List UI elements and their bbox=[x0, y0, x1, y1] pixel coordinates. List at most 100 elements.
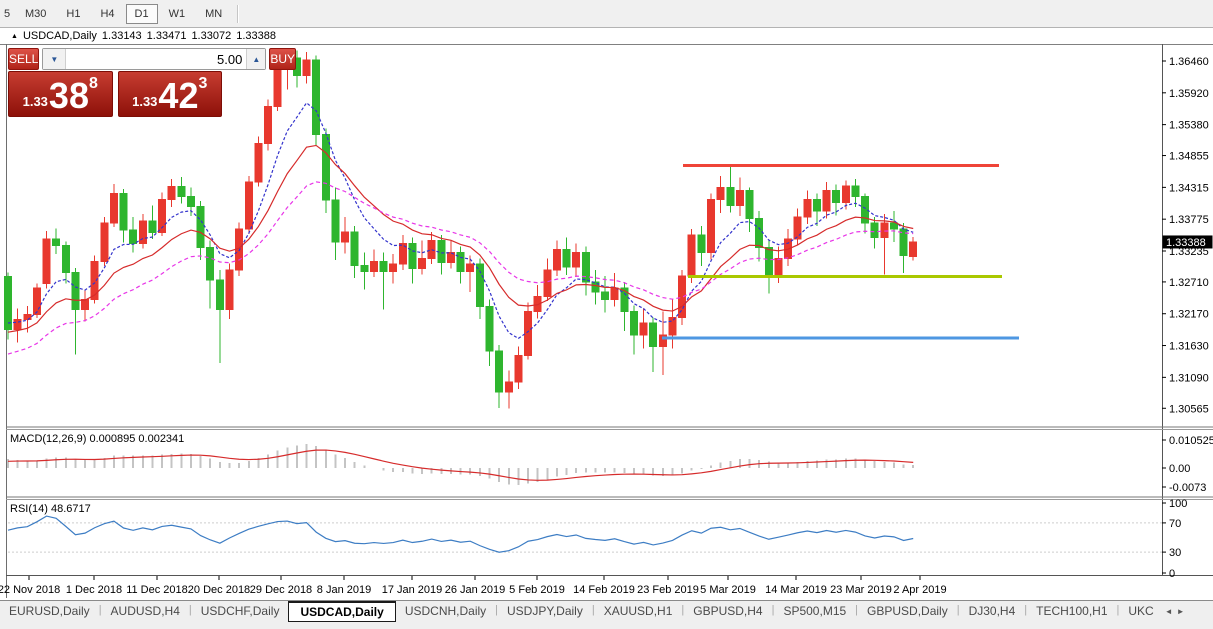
timeframe-button-5[interactable]: 5 bbox=[1, 4, 14, 24]
candle-body bbox=[52, 238, 61, 246]
candle-body bbox=[312, 59, 321, 136]
candle-body bbox=[273, 66, 282, 107]
sell-price-bigfigure: 1.33 bbox=[22, 94, 48, 109]
tab-sp500-m15[interactable]: SP500,M15 bbox=[774, 601, 855, 621]
buy-price-fraction: 3 bbox=[198, 75, 208, 92]
rsi-axis-label: 100 bbox=[1169, 498, 1187, 510]
candle-body bbox=[264, 105, 273, 144]
candle-body bbox=[138, 220, 147, 245]
chart-title-bar: ▲ USDCAD,Daily 1.33143 1.33471 1.33072 1… bbox=[7, 28, 1213, 44]
price-axis-label: 1.31630 bbox=[1169, 341, 1209, 353]
timeframe-button-h4[interactable]: H4 bbox=[91, 4, 123, 24]
tab-ukc[interactable]: UKC bbox=[1119, 601, 1162, 621]
candle-body bbox=[225, 269, 234, 311]
collapse-chart-icon[interactable]: ▲ bbox=[11, 33, 18, 40]
candle-body bbox=[812, 198, 821, 212]
tab-gbpusd-daily[interactable]: GBPUSD,Daily bbox=[858, 601, 957, 621]
candle-body bbox=[4, 276, 12, 331]
candle-body bbox=[186, 195, 195, 208]
macd-axis: 0.010525 0.00 -0.0073 bbox=[1162, 435, 1213, 494]
candle-body bbox=[822, 190, 831, 212]
current-price-label: 1.33388 bbox=[1166, 237, 1206, 249]
buy-price-tile[interactable]: 1.33 42 3 bbox=[117, 71, 222, 117]
candle-body bbox=[552, 249, 561, 271]
candle-body bbox=[841, 185, 850, 203]
tab-scroll-right-icon[interactable]: ► bbox=[1175, 601, 1187, 622]
volume-increase-icon[interactable]: ▲ bbox=[246, 49, 266, 69]
tab-tech100-h1[interactable]: TECH100,H1 bbox=[1027, 601, 1116, 621]
tab-eurusd-daily[interactable]: EURUSD,Daily bbox=[0, 601, 99, 621]
tab-gbpusd-h4[interactable]: GBPUSD,H4 bbox=[684, 601, 771, 621]
date-axis-label: 5 Feb 2019 bbox=[509, 584, 565, 596]
candle-body bbox=[90, 260, 99, 301]
timeframe-button-mn[interactable]: MN bbox=[196, 4, 231, 24]
candle-body bbox=[148, 220, 157, 233]
tab-dj30-h4[interactable]: DJ30,H4 bbox=[960, 601, 1025, 621]
ohlc-low: 1.33072 bbox=[191, 30, 232, 42]
date-axis-label: 17 Jan 2019 bbox=[382, 584, 443, 596]
candle-body bbox=[735, 190, 744, 206]
candle-body bbox=[215, 279, 224, 311]
timeframe-toolbar: 5 M30 H1 H4 D1 W1 MN bbox=[0, 0, 1213, 28]
candle-body bbox=[639, 322, 648, 336]
one-click-trade-panel: SELL ▼ ▲ BUY 1.33 38 8 1.33 42 3 bbox=[8, 48, 297, 117]
candle-body bbox=[177, 185, 186, 197]
candle-body bbox=[880, 222, 889, 239]
tab-usdcad-daily[interactable]: USDCAD,Daily bbox=[288, 601, 396, 622]
date-axis-label: 23 Mar 2019 bbox=[830, 584, 892, 596]
rsi-axis-label: 30 bbox=[1169, 547, 1181, 559]
date-axis-label: 22 Nov 2018 bbox=[0, 584, 60, 596]
candle-body bbox=[687, 234, 696, 277]
candle-body bbox=[456, 251, 465, 272]
candle-body bbox=[851, 185, 860, 197]
timeframe-button-w1[interactable]: W1 bbox=[160, 4, 195, 24]
date-axis: 22 Nov 2018 1 Dec 2018 11 Dec 2018 20 Dec 2… bbox=[0, 576, 947, 596]
candle-body bbox=[706, 198, 715, 253]
candle-body bbox=[350, 231, 359, 266]
tab-usdchf-daily[interactable]: USDCHF,Daily bbox=[192, 601, 289, 621]
tab-audusd-h4[interactable]: AUDUSD,H4 bbox=[102, 601, 189, 621]
candle-body bbox=[793, 216, 802, 240]
volume-decrease-icon[interactable]: ▼ bbox=[43, 49, 67, 69]
ohlc-open: 1.33143 bbox=[101, 30, 142, 42]
candle-body bbox=[100, 222, 109, 262]
timeframe-button-h1[interactable]: H1 bbox=[57, 4, 89, 24]
candle-body bbox=[543, 269, 552, 298]
price-axis-label: 1.33775 bbox=[1169, 214, 1209, 226]
candle-body bbox=[485, 306, 494, 352]
candle-body bbox=[61, 244, 70, 273]
candle-body bbox=[716, 187, 725, 200]
sell-price-fraction: 8 bbox=[88, 75, 98, 92]
date-axis-label: 26 Jan 2019 bbox=[445, 584, 506, 596]
candle-body bbox=[129, 229, 138, 245]
volume-input[interactable] bbox=[66, 49, 247, 69]
candle-body bbox=[254, 142, 263, 183]
tab-xauusd-h1[interactable]: XAUUSD,H1 bbox=[595, 601, 682, 621]
moving-average-7 bbox=[7, 101, 914, 340]
sell-price-tile[interactable]: 1.33 38 8 bbox=[8, 71, 113, 117]
sell-button[interactable]: SELL bbox=[8, 48, 40, 70]
timeframe-button-d1[interactable]: D1 bbox=[125, 3, 158, 24]
price-axis-label: 1.32170 bbox=[1169, 309, 1209, 321]
tab-usdcnh-daily[interactable]: USDCNH,Daily bbox=[396, 601, 495, 621]
buy-button[interactable]: BUY bbox=[269, 48, 297, 70]
tab-scroll-left-icon[interactable]: ◄ bbox=[1163, 601, 1175, 622]
rsi-axis: 100 70 30 0 bbox=[1162, 498, 1187, 580]
date-axis-label: 14 Feb 2019 bbox=[573, 584, 635, 596]
candle-body bbox=[764, 247, 773, 277]
macd-axis-label: -0.0073 bbox=[1169, 482, 1206, 494]
candle-body bbox=[71, 271, 80, 311]
toolbar-separator bbox=[237, 4, 239, 23]
date-axis-label: 1 Dec 2018 bbox=[66, 584, 122, 596]
buy-price-pips: 42 bbox=[158, 75, 199, 116]
timeframe-button-m30[interactable]: M30 bbox=[16, 4, 55, 24]
price-axis-label: 1.34855 bbox=[1169, 151, 1209, 163]
candle-body bbox=[196, 206, 205, 249]
candle-body bbox=[119, 193, 128, 231]
candle-body bbox=[524, 310, 533, 357]
rsi-axis-label: 0 bbox=[1169, 568, 1175, 580]
candle-body bbox=[629, 310, 638, 336]
tab-usdjpy-daily[interactable]: USDJPY,Daily bbox=[498, 601, 592, 621]
candle-body bbox=[495, 350, 504, 393]
candle-body bbox=[389, 263, 398, 272]
